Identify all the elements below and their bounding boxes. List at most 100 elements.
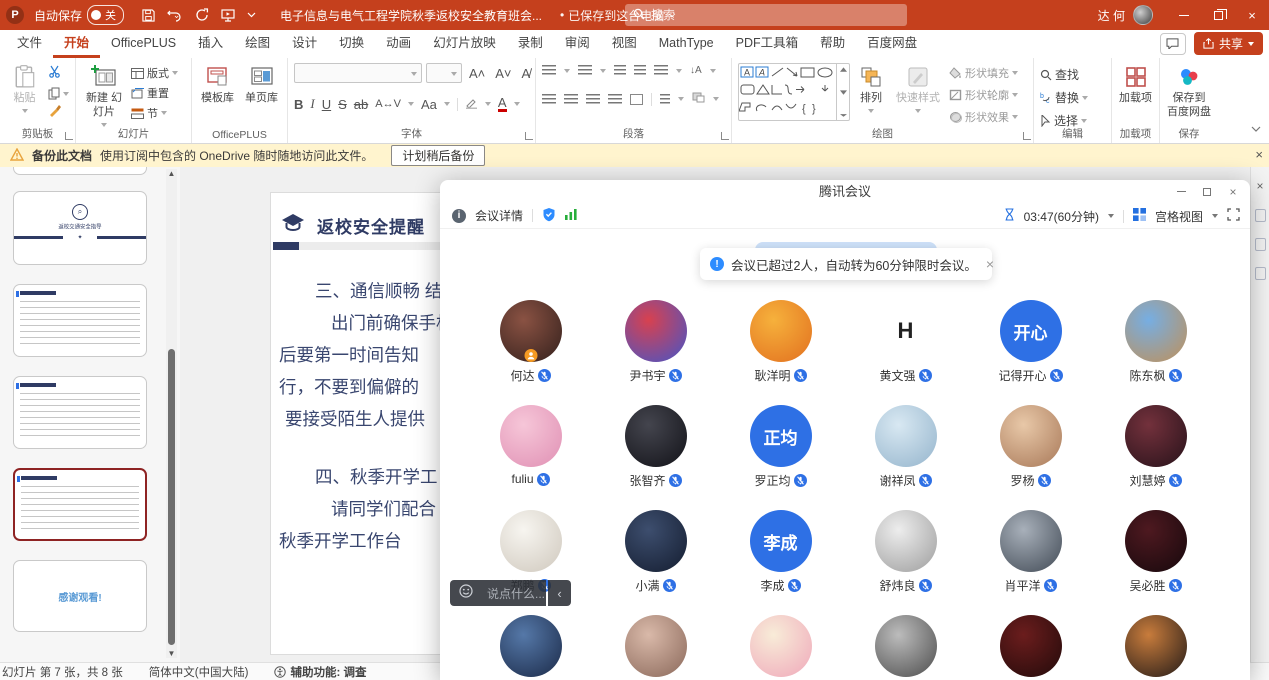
- view-dropdown-icon[interactable]: [1212, 214, 1218, 218]
- meeting-details-link[interactable]: 会议详情: [475, 207, 523, 224]
- participant-刘慧婷[interactable]: 刘慧婷: [1093, 399, 1218, 504]
- participant-unnamed[interactable]: [843, 609, 968, 680]
- line-spacing-icon[interactable]: [654, 65, 668, 76]
- justify-icon[interactable]: [608, 94, 622, 105]
- user-name[interactable]: 达 何: [1098, 7, 1125, 24]
- participant-unnamed[interactable]: [718, 609, 843, 680]
- font-color-icon[interactable]: A: [498, 96, 507, 112]
- participant-舒炜良[interactable]: 舒炜良: [843, 504, 968, 609]
- sort-icon[interactable]: ↓A: [690, 65, 702, 76]
- columns-icon[interactable]: [630, 94, 643, 105]
- meeting-minimize-icon[interactable]: [1168, 180, 1194, 203]
- tab-录制[interactable]: 录制: [507, 30, 554, 58]
- start-slideshow-icon[interactable]: [221, 9, 235, 22]
- paste-button[interactable]: 粘贴: [6, 63, 43, 113]
- meeting-title-bar[interactable]: 腾讯会议 ×: [440, 180, 1250, 203]
- search-input[interactable]: [651, 8, 899, 22]
- language-status[interactable]: 简体中文(中国大陆): [149, 664, 249, 680]
- emoji-icon[interactable]: [459, 584, 473, 603]
- meeting-close-icon[interactable]: ×: [1220, 180, 1246, 203]
- sidebar-tool-icon[interactable]: [1255, 209, 1266, 222]
- app-icon[interactable]: P: [6, 6, 24, 24]
- section-button[interactable]: 节: [131, 105, 178, 121]
- chat-input[interactable]: 说点什么...: [450, 580, 546, 606]
- decrease-indent-icon[interactable]: [614, 65, 626, 76]
- tab-设计[interactable]: 设计: [281, 30, 328, 58]
- shield-check-icon[interactable]: [542, 207, 556, 225]
- participant-何达[interactable]: 何达: [468, 294, 593, 399]
- tab-文件[interactable]: 文件: [6, 30, 53, 58]
- addins-button[interactable]: 加载项: [1118, 63, 1153, 106]
- participant-fuliu[interactable]: fuliu: [468, 399, 593, 504]
- slide-thumbnail-3[interactable]: [13, 284, 147, 357]
- font-launcher-icon[interactable]: [525, 132, 533, 140]
- participant-李成[interactable]: 李成李成: [718, 504, 843, 609]
- participant-unnamed[interactable]: [593, 609, 718, 680]
- quick-styles-button[interactable]: 快速样式: [892, 63, 944, 113]
- copy-icon[interactable]: [48, 87, 69, 100]
- new-slide-button[interactable]: 新建 幻灯片: [82, 63, 126, 127]
- participant-记得开心[interactable]: 开心记得开心: [968, 294, 1093, 399]
- clear-format-icon[interactable]: A̸: [519, 66, 534, 81]
- participant-黄文强[interactable]: H黄文强: [843, 294, 968, 399]
- participant-罗杨[interactable]: 罗杨: [968, 399, 1093, 504]
- increase-indent-icon[interactable]: [634, 65, 646, 76]
- slide-thumbnail-6[interactable]: 感谢观看!: [13, 560, 147, 632]
- chat-collapse-icon[interactable]: ‹: [548, 580, 571, 606]
- scroll-down-icon[interactable]: ▼: [167, 649, 176, 658]
- underline-icon[interactable]: U: [322, 97, 331, 112]
- panel-scrollbar[interactable]: ▲ ▼: [166, 169, 177, 658]
- shapes-scrollbar[interactable]: [836, 64, 849, 120]
- replace-button[interactable]: bc替换: [1040, 89, 1088, 106]
- shapes-gallery[interactable]: A A: [738, 63, 850, 121]
- tab-百度网盘[interactable]: 百度网盘: [856, 30, 928, 58]
- accessibility-status[interactable]: 辅助功能: 调查: [274, 664, 366, 680]
- shape-outline-button[interactable]: 形状轮廓: [949, 87, 1018, 103]
- slide-number-status[interactable]: 幻灯片 第 7 张，共 8 张: [2, 664, 123, 680]
- template-library-button[interactable]: 模板库: [198, 63, 237, 106]
- shrink-font-icon[interactable]: A˅: [492, 66, 514, 81]
- highlight-icon[interactable]: [465, 97, 478, 112]
- grow-font-icon[interactable]: A˄: [466, 66, 488, 81]
- participant-小满[interactable]: 小满: [593, 504, 718, 609]
- minimize-button[interactable]: [1167, 0, 1201, 30]
- bullets-icon[interactable]: [542, 65, 556, 76]
- font-size-select[interactable]: [426, 63, 462, 83]
- align-center-icon[interactable]: [564, 94, 578, 105]
- participant-肖平洋[interactable]: 肖平洋: [968, 504, 1093, 609]
- arrange-button[interactable]: 排列: [855, 63, 887, 113]
- tab-插入[interactable]: 插入: [187, 30, 234, 58]
- clipboard-launcher-icon[interactable]: [65, 132, 73, 140]
- share-button[interactable]: 共享: [1194, 32, 1263, 55]
- participant-罗正均[interactable]: 正均罗正均: [718, 399, 843, 504]
- tab-视图[interactable]: 视图: [601, 30, 648, 58]
- save-icon[interactable]: [142, 9, 155, 22]
- tab-OfficePLUS[interactable]: OfficePLUS: [100, 30, 187, 58]
- slide-thumbnail-4[interactable]: [13, 376, 147, 449]
- find-button[interactable]: 查找: [1040, 66, 1088, 83]
- numbering-icon[interactable]: [578, 65, 592, 76]
- tab-帮助[interactable]: 帮助: [809, 30, 856, 58]
- slide-thumbnail-1[interactable]: [13, 167, 147, 175]
- redo-icon[interactable]: [195, 8, 209, 22]
- tab-幻灯片放映[interactable]: 幻灯片放映: [422, 30, 507, 58]
- bold-icon[interactable]: B: [294, 97, 303, 112]
- tab-绘图[interactable]: 绘图: [234, 30, 281, 58]
- search-box[interactable]: [625, 4, 907, 26]
- timer-dropdown-icon[interactable]: [1108, 214, 1114, 218]
- text-direction-icon[interactable]: [660, 94, 670, 105]
- autosave-toggle[interactable]: 关: [87, 5, 124, 25]
- page-library-button[interactable]: 单页库: [242, 63, 281, 106]
- qat-dropdown-icon[interactable]: [247, 12, 256, 18]
- align-right-icon[interactable]: [586, 94, 600, 105]
- layout-button[interactable]: 版式: [131, 65, 178, 81]
- scroll-up-icon[interactable]: ▲: [167, 169, 176, 178]
- view-mode-label[interactable]: 宫格视图: [1155, 208, 1203, 225]
- ribbon-collapse-icon[interactable]: [1251, 119, 1261, 137]
- comments-button[interactable]: [1160, 33, 1186, 55]
- tab-审阅[interactable]: 审阅: [554, 30, 601, 58]
- backup-later-button[interactable]: 计划稍后备份: [391, 145, 485, 166]
- tab-动画[interactable]: 动画: [375, 30, 422, 58]
- fullscreen-icon[interactable]: [1227, 208, 1240, 224]
- format-painter-icon[interactable]: [48, 104, 69, 122]
